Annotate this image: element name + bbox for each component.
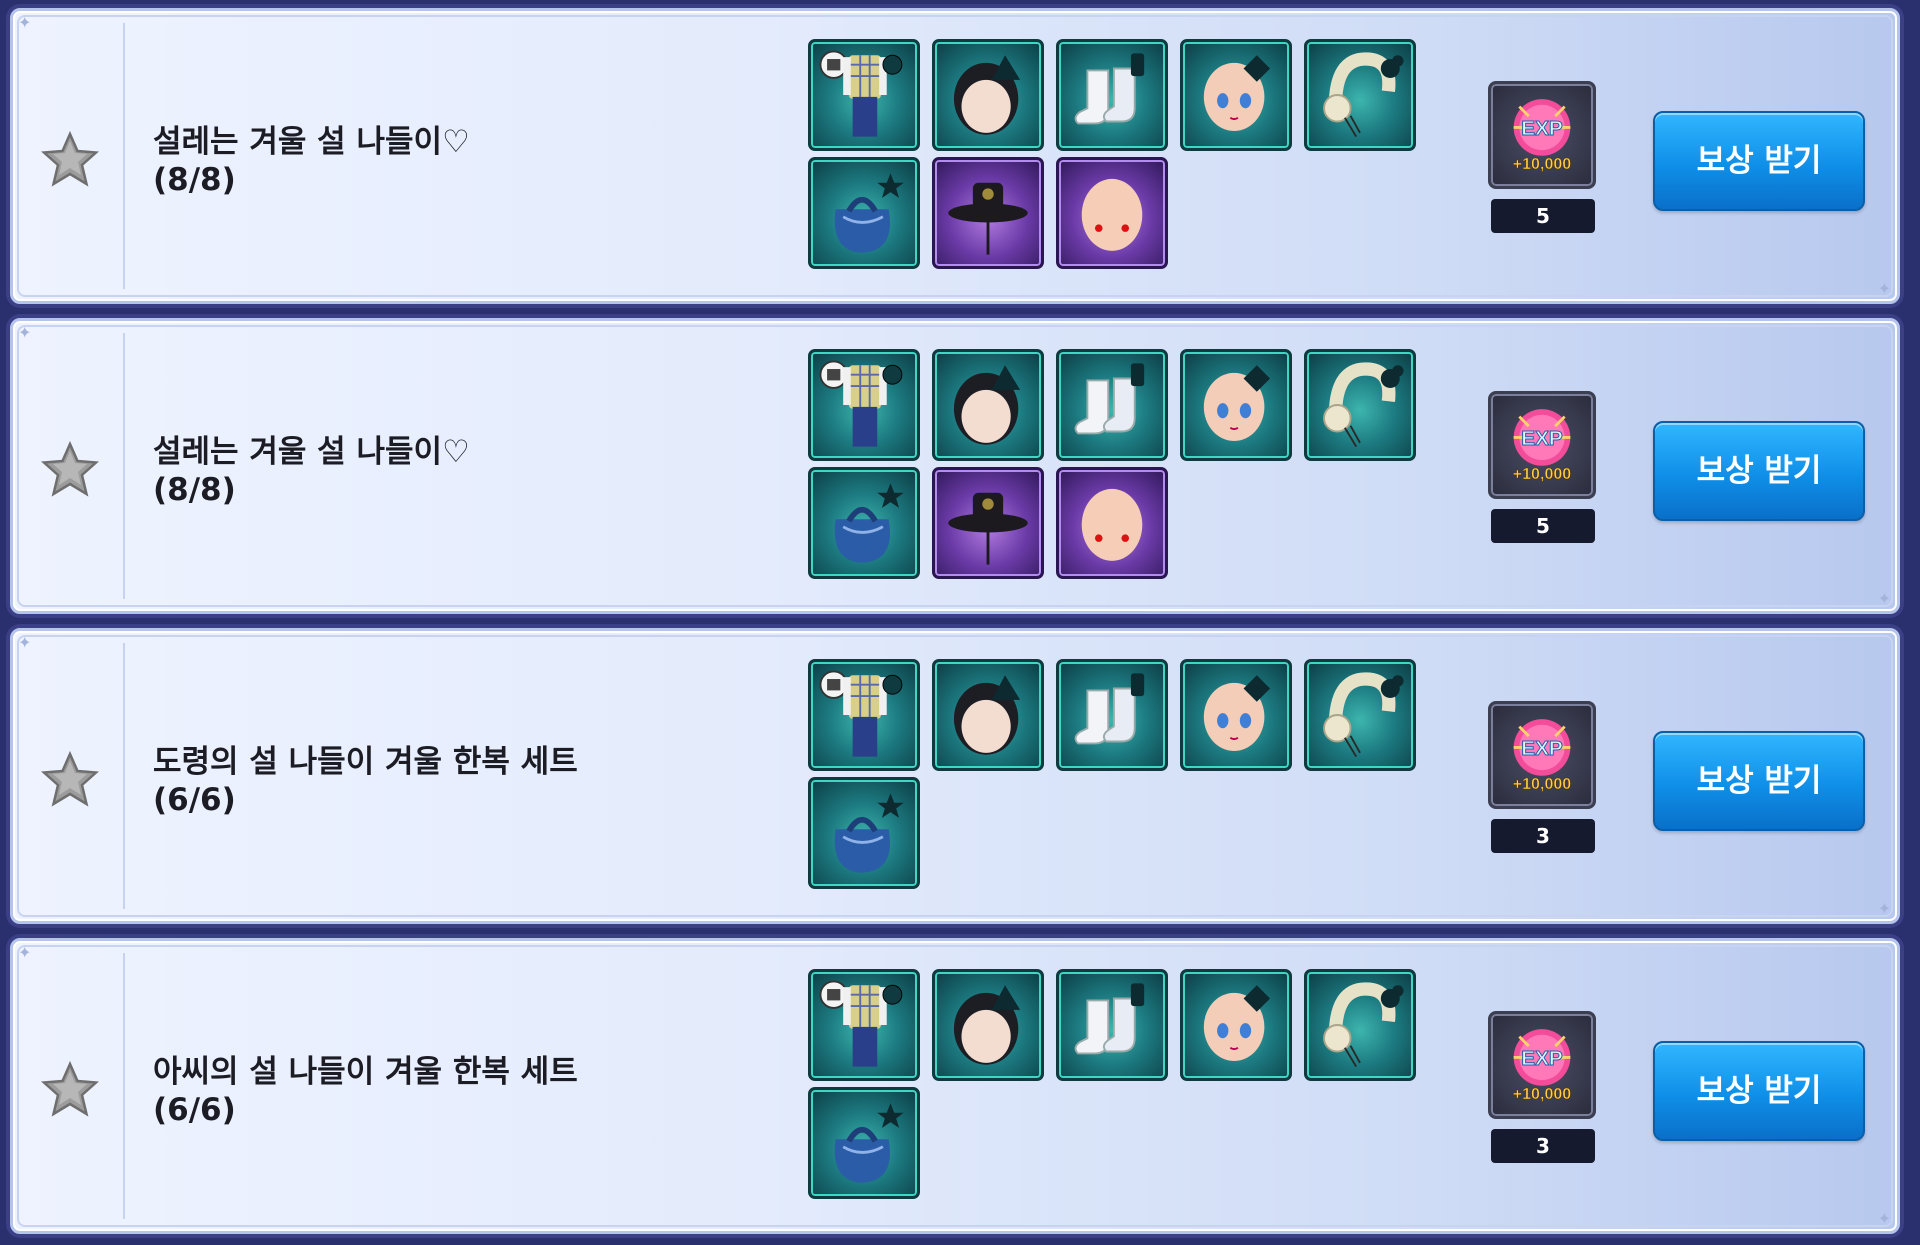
divider: [123, 333, 125, 599]
divider: [123, 23, 125, 289]
face-icon[interactable]: [1180, 969, 1292, 1081]
gat-hat-icon[interactable]: [932, 467, 1044, 579]
shoes-icon[interactable]: [1056, 659, 1168, 771]
corner-sparkle-icon: ✦: [18, 943, 32, 962]
exp-amount: +10,000: [1513, 775, 1572, 793]
set-name: 도령의 설 나들이 겨울 한복 세트: [153, 744, 578, 780]
reward-row: ✦ ✦ 설레는 겨울 설 나들이♡ (8/8) EXP +10,000 5 보상 …: [10, 318, 1900, 614]
set-progress: (6/6): [153, 1092, 236, 1128]
reward-row: ✦ ✦ 도령의 설 나들이 겨울 한복 세트 (6/6) EXP +10,000 …: [10, 628, 1900, 924]
face-icon[interactable]: [1180, 39, 1292, 151]
hair-icon[interactable]: [932, 349, 1044, 461]
exp-reward-icon[interactable]: EXP +10,000: [1488, 1011, 1596, 1119]
reward-row: ✦ ✦ 아씨의 설 나들이 겨울 한복 세트 (6/6) EXP +10,000 …: [10, 938, 1900, 1234]
set-progress: (6/6): [153, 782, 236, 818]
set-name: 설레는 겨울 설 나들이♡: [153, 434, 470, 470]
exp-amount: +10,000: [1513, 465, 1572, 483]
corner-sparkle-icon: ✦: [1877, 1209, 1891, 1228]
corner-sparkle-icon: ✦: [1877, 279, 1891, 298]
favorite-star-icon[interactable]: [39, 129, 101, 191]
outfit-icon[interactable]: [808, 659, 920, 771]
gat-hat-icon[interactable]: [932, 157, 1044, 269]
exp-reward-icon[interactable]: EXP +10,000: [1488, 81, 1596, 189]
set-title: 아씨의 설 나들이 겨울 한복 세트 (6/6): [153, 1053, 773, 1129]
set-name: 아씨의 설 나들이 겨울 한복 세트: [153, 1054, 578, 1090]
earmuff-icon[interactable]: [1304, 39, 1416, 151]
exp-label: EXP: [1521, 427, 1563, 450]
blush-face-icon[interactable]: [1056, 467, 1168, 579]
exp-label: EXP: [1521, 737, 1563, 760]
exp-label: EXP: [1521, 1047, 1563, 1070]
outfit-icon[interactable]: [808, 349, 920, 461]
exp-reward-count: 3: [1491, 1129, 1595, 1163]
shoes-icon[interactable]: [1056, 969, 1168, 1081]
reward-items: [808, 349, 1438, 589]
exp-reward-count: 3: [1491, 819, 1595, 853]
divider: [123, 953, 125, 1219]
claim-reward-button[interactable]: 보상 받기: [1653, 1041, 1865, 1141]
exp-amount: +10,000: [1513, 1085, 1572, 1103]
divider: [123, 643, 125, 909]
blush-face-icon[interactable]: [1056, 157, 1168, 269]
bag-icon[interactable]: [808, 467, 920, 579]
claim-reward-button[interactable]: 보상 받기: [1653, 111, 1865, 211]
exp-reward-icon[interactable]: EXP +10,000: [1488, 701, 1596, 809]
set-title: 설레는 겨울 설 나들이♡ (8/8): [153, 123, 773, 199]
reward-items: [808, 39, 1438, 279]
hair-icon[interactable]: [932, 39, 1044, 151]
claim-reward-button[interactable]: 보상 받기: [1653, 731, 1865, 831]
set-title: 설레는 겨울 설 나들이♡ (8/8): [153, 433, 773, 509]
set-title: 도령의 설 나들이 겨울 한복 세트 (6/6): [153, 743, 773, 819]
corner-sparkle-icon: ✦: [18, 633, 32, 652]
corner-sparkle-icon: ✦: [18, 13, 32, 32]
corner-sparkle-icon: ✦: [18, 323, 32, 342]
shoes-icon[interactable]: [1056, 349, 1168, 461]
face-icon[interactable]: [1180, 659, 1292, 771]
claim-reward-button[interactable]: 보상 받기: [1653, 421, 1865, 521]
earmuff-icon[interactable]: [1304, 659, 1416, 771]
reward-items: [808, 659, 1438, 899]
set-progress: (8/8): [153, 162, 236, 198]
bag-icon[interactable]: [808, 777, 920, 889]
shoes-icon[interactable]: [1056, 39, 1168, 151]
exp-label: EXP: [1521, 117, 1563, 140]
hair-icon[interactable]: [932, 969, 1044, 1081]
bag-icon[interactable]: [808, 1087, 920, 1199]
corner-sparkle-icon: ✦: [1877, 899, 1891, 918]
reward-items: [808, 969, 1438, 1209]
reward-row: ✦ ✦ 설레는 겨울 설 나들이♡ (8/8) EXP +10,000 5 보상 …: [10, 8, 1900, 304]
exp-reward-count: 5: [1491, 509, 1595, 543]
face-icon[interactable]: [1180, 349, 1292, 461]
bag-icon[interactable]: [808, 157, 920, 269]
earmuff-icon[interactable]: [1304, 969, 1416, 1081]
favorite-star-icon[interactable]: [39, 1059, 101, 1121]
exp-reward-icon[interactable]: EXP +10,000: [1488, 391, 1596, 499]
favorite-star-icon[interactable]: [39, 439, 101, 501]
exp-reward-count: 5: [1491, 199, 1595, 233]
corner-sparkle-icon: ✦: [1877, 589, 1891, 608]
set-name: 설레는 겨울 설 나들이♡: [153, 124, 470, 160]
hair-icon[interactable]: [932, 659, 1044, 771]
favorite-star-icon[interactable]: [39, 749, 101, 811]
outfit-icon[interactable]: [808, 39, 920, 151]
outfit-icon[interactable]: [808, 969, 920, 1081]
set-progress: (8/8): [153, 472, 236, 508]
earmuff-icon[interactable]: [1304, 349, 1416, 461]
exp-amount: +10,000: [1513, 155, 1572, 173]
